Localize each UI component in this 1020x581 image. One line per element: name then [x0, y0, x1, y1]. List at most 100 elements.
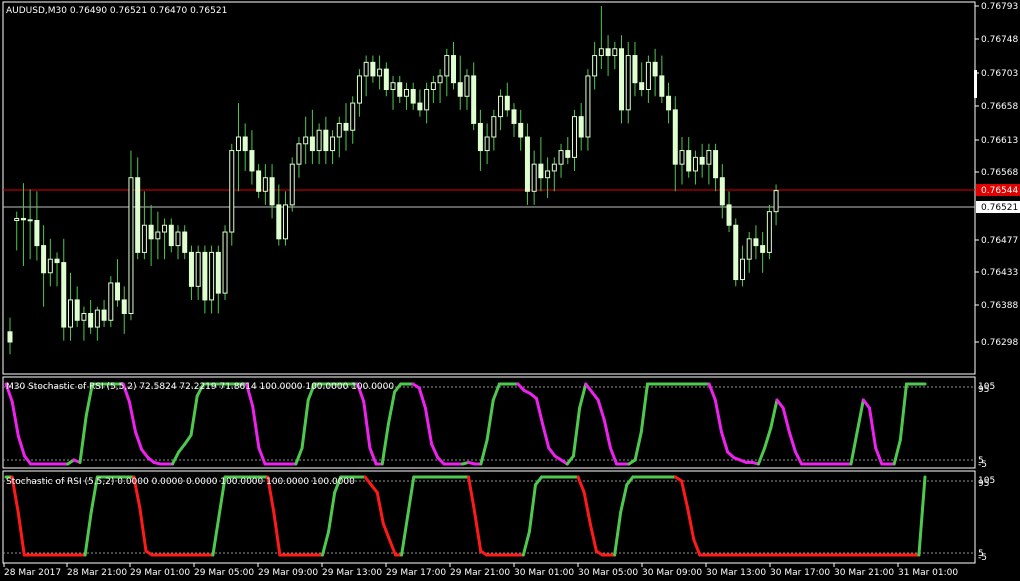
candle-body: [511, 109, 517, 124]
candle-body: [531, 163, 537, 192]
candle-body: [659, 75, 665, 97]
candle-body: [592, 55, 598, 77]
candle-body: [215, 251, 221, 294]
candle-body: [457, 82, 463, 97]
price-tick-label: 0.76568: [981, 168, 1018, 178]
candle-body: [135, 177, 141, 253]
stoch2-header: Stochastic of RSI (5,5,2) 0.0000 0.0000 …: [6, 477, 355, 487]
candle-body: [202, 251, 208, 301]
candle-body: [61, 262, 67, 328]
candle-body: [115, 282, 121, 301]
candle-body: [269, 177, 275, 206]
time-tick-label: 29 Mar 01:00: [130, 568, 190, 578]
candle-body: [484, 136, 490, 152]
candle-body: [551, 163, 557, 172]
candle-body: [733, 224, 739, 281]
candle-body: [377, 68, 383, 77]
candle-body: [128, 177, 134, 314]
candle-body: [363, 61, 369, 77]
candle-body: [672, 109, 678, 165]
candle-body: [538, 163, 544, 179]
candle-body: [686, 150, 692, 172]
candle-body: [235, 136, 241, 152]
candle-body: [330, 136, 336, 152]
candle-body: [464, 75, 470, 97]
candle-body: [639, 82, 645, 90]
candle-body: [598, 48, 604, 57]
candle-body: [303, 136, 309, 145]
time-tick-label: 30 Mar 01:00: [514, 568, 574, 578]
price-tick-label: 0.76477: [981, 236, 1018, 246]
stoch1-axis-neg5: -5: [978, 460, 987, 470]
time-tick-label: 30 Mar 13:00: [706, 568, 766, 578]
candle-body: [47, 258, 53, 274]
candle-body: [477, 122, 483, 152]
candle-body: [524, 136, 530, 192]
candle-body: [262, 177, 268, 192]
candle-body: [309, 136, 315, 152]
candle-body: [719, 177, 725, 206]
candle-body: [20, 217, 26, 221]
chart-canvas[interactable]: AUDUSD,M30 0.76490 0.76521 0.76470 0.765…: [0, 0, 1020, 581]
price-tick-label: 0.76658: [981, 102, 1018, 112]
candle-body: [316, 129, 322, 152]
candle-body: [209, 251, 215, 301]
price-tick-label: 0.76613: [981, 136, 1018, 146]
candle-body: [88, 312, 94, 328]
stoch2-axis-95: 95: [978, 479, 989, 489]
candle-body: [148, 224, 154, 240]
candle-body: [451, 55, 457, 84]
candle-body: [242, 136, 248, 152]
candle-body: [565, 150, 571, 158]
candle-body: [336, 122, 342, 138]
candle-body: [424, 88, 430, 111]
candle-body: [390, 82, 396, 90]
price-tick-label: 0.76433: [981, 268, 1018, 278]
candle-body: [383, 68, 389, 90]
candle-body: [437, 75, 443, 84]
candle-body: [753, 238, 759, 247]
candle-body: [773, 190, 779, 213]
candle-body: [652, 61, 658, 77]
candle-body: [356, 75, 362, 104]
candle-body: [666, 95, 672, 111]
candle-body: [558, 150, 564, 165]
candle-body: [504, 95, 510, 111]
candle-body: [155, 231, 161, 240]
time-tick-label: 30 Mar 21:00: [834, 568, 894, 578]
candle-body: [766, 211, 772, 253]
candle-body: [571, 116, 577, 158]
time-tick-label: 29 Mar 21:00: [450, 568, 510, 578]
time-tick-label: 28 Mar 2017: [4, 568, 61, 578]
red-line-label: 0.76544: [981, 186, 1018, 196]
time-tick-label: 29 Mar 09:00: [258, 568, 318, 578]
candle-body: [713, 150, 719, 179]
stoch1-axis-95: 95: [978, 385, 989, 395]
candle-body: [256, 170, 262, 192]
candle-body: [168, 224, 174, 247]
price-tick-label: 0.76748: [981, 35, 1018, 45]
candle-body: [692, 156, 698, 172]
candle-body: [67, 299, 73, 328]
time-tick-label: 29 Mar 17:00: [386, 568, 446, 578]
time-tick-label: 29 Mar 05:00: [194, 568, 254, 578]
candle-body: [249, 150, 255, 172]
time-tick-label: 30 Mar 17:00: [770, 568, 830, 578]
chart-shift-marker[interactable]: [974, 70, 977, 98]
candle-body: [41, 245, 47, 274]
candle-body: [289, 163, 295, 206]
candle-body: [410, 88, 416, 104]
candle-body: [229, 150, 235, 233]
candle-body: [195, 251, 201, 287]
candle-body: [175, 231, 181, 247]
candle-body: [74, 299, 80, 321]
candle-body: [188, 251, 194, 287]
candle-body: [625, 55, 631, 111]
time-tick-label: 30 Mar 09:00: [642, 568, 702, 578]
candle-body: [323, 129, 329, 152]
price-tick-label: 0.76298: [981, 338, 1018, 348]
candle-body: [14, 217, 20, 221]
candle-body: [726, 204, 732, 226]
time-tick-label: 29 Mar 13:00: [322, 568, 382, 578]
candle-body: [699, 156, 705, 165]
